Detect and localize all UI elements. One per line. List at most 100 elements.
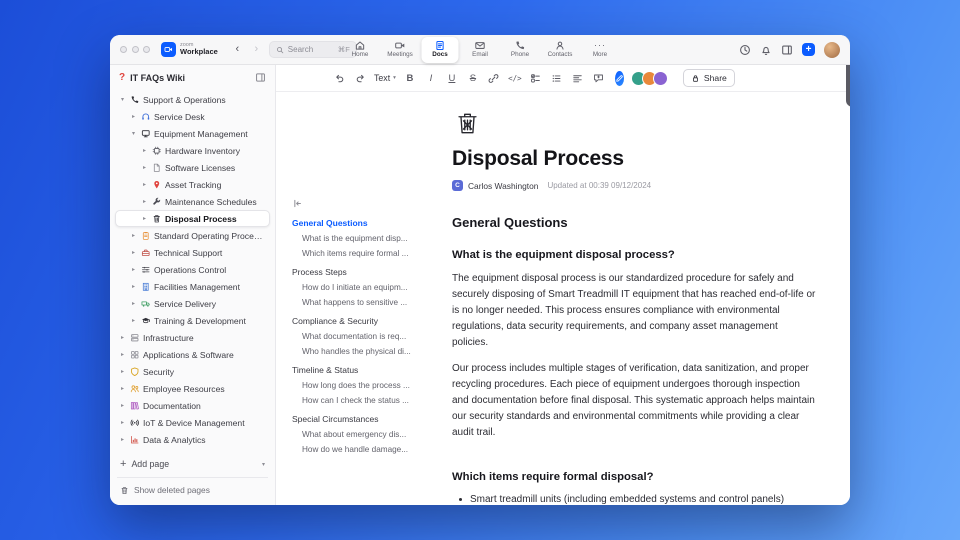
sidebar-page-item[interactable]: ▸ Infrastructure — [115, 329, 270, 346]
chevron-icon[interactable]: ▸ — [130, 232, 137, 239]
chevron-icon[interactable]: ▾ — [119, 96, 126, 103]
tab-docs[interactable]: Docs — [421, 36, 459, 63]
chevron-icon[interactable]: ▸ — [130, 300, 137, 307]
sidebar-page-item[interactable]: ▸ Facilities Management — [115, 278, 270, 295]
sidebar-page-item[interactable]: ▸ Data & Analytics — [115, 431, 270, 448]
sidebar-page-item[interactable]: ▸ Maintenance Schedules — [115, 193, 270, 210]
history-clock-icon[interactable] — [739, 44, 751, 56]
tab-contacts[interactable]: Contacts — [542, 37, 579, 63]
chevron-icon[interactable]: ▸ — [130, 113, 137, 120]
sidebar-page-item[interactable]: ▸ Hardware Inventory — [115, 142, 270, 159]
sidebar-page-item[interactable]: ▾ Support & Operations — [115, 91, 270, 108]
chevron-icon[interactable]: ▸ — [130, 283, 137, 290]
toc-entry[interactable]: Compliance & Security — [292, 316, 422, 326]
toc-entry[interactable]: What documentation is req... — [302, 332, 422, 341]
sidebar-page-item[interactable]: ▸ Service Desk — [115, 108, 270, 125]
chevron-icon[interactable]: ▸ — [130, 266, 137, 273]
sidebar-page-item[interactable]: ▸ Security — [115, 363, 270, 380]
underline-button[interactable]: U — [445, 70, 459, 86]
close-window-button[interactable] — [120, 46, 127, 53]
collaborator-avatar[interactable] — [652, 70, 668, 86]
toc-entry[interactable]: How can I check the status ... — [302, 396, 422, 405]
sidebar-divider — [117, 477, 268, 478]
chevron-icon[interactable]: ▾ — [130, 130, 137, 137]
undo-button[interactable] — [332, 70, 346, 86]
chevron-icon[interactable]: ▸ — [141, 215, 148, 222]
chevron-icon[interactable]: ▸ — [130, 249, 137, 256]
toc-entry[interactable]: What is the equipment disp... — [302, 234, 422, 243]
forward-button[interactable]: › — [250, 44, 263, 55]
editor-toolbar: Text ▾ B I U S </> Share — [276, 65, 850, 92]
sidebar-page-item[interactable]: ▸ Software Licenses — [115, 159, 270, 176]
add-comment-button[interactable] — [592, 70, 606, 86]
strikethrough-button[interactable]: S — [466, 70, 480, 86]
chevron-icon[interactable]: ▸ — [119, 419, 126, 426]
sidebar-page-item[interactable]: ▸ Applications & Software — [115, 346, 270, 363]
align-button[interactable] — [571, 70, 585, 86]
toc-entry[interactable]: How long does the process ... — [302, 381, 422, 390]
bulleted-list-button[interactable] — [550, 70, 564, 86]
toc-entry[interactable]: What happens to sensitive ... — [302, 298, 422, 307]
toc-entry[interactable]: General Questions — [292, 218, 422, 228]
user-avatar[interactable] — [824, 41, 840, 58]
chevron-icon[interactable]: ▸ — [119, 368, 126, 375]
zoom-window-button[interactable] — [143, 46, 150, 53]
chevron-icon[interactable]: ▸ — [119, 385, 126, 392]
tab-more[interactable]: ··· More — [582, 37, 619, 63]
tab-phone[interactable]: Phone — [502, 37, 539, 63]
sidebar-page-item[interactable]: ▸ Service Delivery — [115, 295, 270, 312]
tab-meetings[interactable]: Meetings — [382, 37, 419, 63]
link-button[interactable] — [487, 70, 501, 86]
page-tree: ▾ Support & Operations ▸ Service Desk ▾ … — [110, 87, 275, 453]
sidebar-page-item[interactable]: ▸ Standard Operating Procedures — [115, 227, 270, 244]
checklist-button[interactable] — [529, 70, 543, 86]
chevron-icon[interactable]: ▸ — [119, 402, 126, 409]
tab-email[interactable]: Email — [462, 37, 499, 63]
share-button[interactable]: Share — [682, 69, 735, 87]
back-button[interactable]: ‹ — [231, 44, 244, 55]
chevron-icon[interactable]: ▸ — [141, 164, 148, 171]
minimize-window-button[interactable] — [131, 46, 139, 53]
toc-entry[interactable]: What about emergency dis... — [302, 430, 422, 439]
page-label: Service Delivery — [154, 298, 217, 309]
code-button[interactable]: </> — [508, 70, 522, 86]
bold-button[interactable]: B — [403, 70, 417, 86]
sidebar-page-item[interactable]: ▸ IoT & Device Management — [115, 414, 270, 431]
toc-entry[interactable]: How do we handle damage... — [302, 445, 422, 454]
show-deleted-pages-button[interactable]: Show deleted pages — [117, 482, 268, 498]
sidebar-page-item[interactable]: ▸ Technical Support — [115, 244, 270, 261]
toc-entry[interactable]: Who handles the physical di... — [302, 347, 422, 356]
sidebar-page-item[interactable]: ▾ Equipment Management — [115, 125, 270, 142]
sidebar-page-item[interactable]: ▸ Employee Resources — [115, 380, 270, 397]
toc-entry[interactable]: Timeline & Status — [292, 365, 422, 375]
page-label: Technical Support — [154, 247, 223, 258]
chevron-icon[interactable]: ▸ — [141, 181, 148, 188]
sidebar-page-item[interactable]: ▸ Operations Control — [115, 261, 270, 278]
toc-entry[interactable]: How do I initiate an equipm... — [302, 283, 422, 292]
chevron-icon[interactable]: ▸ — [119, 351, 126, 358]
chevron-icon[interactable]: ▸ — [119, 436, 126, 443]
bullet-list: Smart treadmill units (including embedde… — [452, 493, 816, 505]
chevron-icon[interactable]: ▸ — [130, 317, 137, 324]
side-panel-icon[interactable] — [781, 44, 793, 56]
sidebar-page-item[interactable]: ▸ Asset Tracking — [115, 176, 270, 193]
sidebar-page-item[interactable]: ▸ Training & Development — [115, 312, 270, 329]
italic-button[interactable]: I — [424, 70, 438, 86]
add-page-button[interactable]: + Add page ▾ — [117, 455, 268, 473]
collapse-toc-icon[interactable] — [292, 198, 304, 209]
sidebar-page-item[interactable]: ▸ Documentation — [115, 397, 270, 414]
toc-entry[interactable]: Process Steps — [292, 267, 422, 277]
sidebar-page-item[interactable]: ▸ Disposal Process — [115, 210, 270, 227]
toc-entry[interactable]: Special Circumstances — [292, 414, 422, 424]
chevron-icon[interactable]: ▸ — [141, 147, 148, 154]
chevron-icon[interactable]: ▸ — [119, 334, 126, 341]
ai-companion-button[interactable] — [614, 70, 624, 86]
chevron-icon[interactable]: ▸ — [141, 198, 148, 205]
text-style-dropdown[interactable]: Text ▾ — [374, 73, 396, 83]
redo-button[interactable] — [353, 70, 367, 86]
toc-entry[interactable]: Which items require formal ... — [302, 249, 422, 258]
notifications-bell-icon[interactable] — [760, 44, 772, 56]
tab-home[interactable]: Home — [342, 37, 379, 63]
collapse-sidebar-icon[interactable] — [255, 72, 266, 83]
new-item-plus-button[interactable]: + — [802, 43, 815, 56]
